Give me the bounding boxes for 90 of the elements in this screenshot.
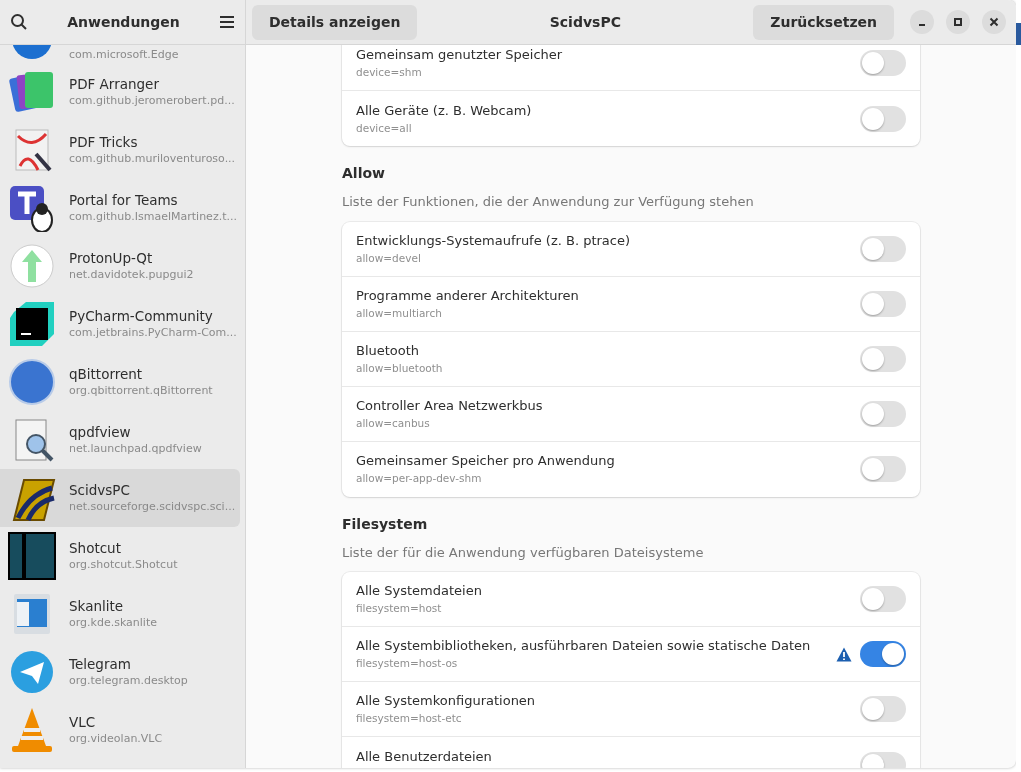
toggle-switch[interactable]: [860, 235, 906, 262]
app-name: Skanlite: [69, 597, 125, 615]
app-id: org.telegram.desktop: [69, 673, 188, 689]
app-icon: [8, 242, 56, 290]
app-id: net.launchpad.qpdfview: [69, 441, 202, 457]
app-list-item[interactable]: Portal for Teams com.github.IsmaelMartinez.t...: [0, 179, 240, 237]
setting-label: Gemeinsam genutzter Speicher: [356, 46, 564, 64]
section-description: Liste der für die Anwendung verfügbaren Dateisysteme: [342, 543, 705, 562]
toggle-switch[interactable]: [860, 696, 906, 722]
app-list-item[interactable]: Telegram org.telegram.desktop: [0, 643, 240, 701]
app-list-item[interactable]: qBittorrent org.qbittorrent.qBittorrent: [0, 353, 240, 411]
app-id: org.kde.skanlite: [69, 615, 157, 631]
close-icon: [989, 17, 999, 27]
section-description: Liste der Funktionen, die der Anwendung zur Verfügung stehen: [342, 193, 755, 211]
setting-key: allow=devel: [356, 249, 860, 266]
app-id: org.shotcut.Shotcut: [69, 557, 178, 573]
setting-key: filesystem=host-os: [356, 655, 836, 671]
maximize-button[interactable]: [946, 10, 970, 34]
app-name: PyCharm-Community: [69, 307, 214, 325]
setting-key: allow=canbus: [356, 414, 860, 431]
maximize-icon: [953, 17, 963, 27]
setting-key: allow=multiarch: [356, 304, 860, 321]
setting-label: Alle Systemdateien: [356, 582, 483, 600]
app-list-item[interactable]: PDF Arranger com.github.jeromerobert.pd...: [0, 63, 240, 121]
app-id: com.jetbrains.PyCharm-Com...: [69, 325, 237, 341]
app-name: Shotcut: [69, 539, 122, 557]
setting-label: Alle Geräte (z. B. Webcam): [356, 101, 533, 120]
sidebar-title: Anwendungen: [67, 12, 180, 32]
app-icon: [8, 300, 56, 348]
toggle-switch[interactable]: [860, 400, 906, 427]
setting-label: Alle Systembibliotheken, ausführbaren Dateien sowie statische Daten: [356, 637, 812, 655]
app-id: com.github.jeromerobert.pd...: [69, 93, 235, 109]
setting-key: allow=per-app-dev-shm: [356, 470, 860, 486]
app-list-item[interactable]: Shotcut org.shotcut.Shotcut: [0, 527, 240, 585]
app-name: VLC: [69, 713, 97, 731]
toggle-switch[interactable]: [860, 456, 906, 482]
toggle-switch[interactable]: [860, 641, 906, 667]
setting-label: Bluetooth: [356, 341, 421, 360]
app-icon: [8, 184, 56, 232]
app-name: PDF Arranger: [69, 75, 160, 93]
setting-label: Alle Benutzerdateien: [356, 747, 493, 766]
toggle-switch[interactable]: [860, 290, 906, 317]
app-name: ScidvsPC: [69, 481, 131, 499]
app-name: PDF Tricks: [69, 133, 139, 151]
minimize-icon: [919, 24, 925, 26]
reset-button[interactable]: Zurücksetzen: [753, 4, 894, 40]
app-id: com.github.muriloventuroso...: [69, 151, 236, 167]
search-icon[interactable]: [10, 13, 28, 31]
app-list-item[interactable]: PDF Tricks com.github.muriloventuroso...: [0, 121, 240, 179]
app-list-item[interactable]: qpdfview net.launchpad.qpdfview: [0, 411, 240, 469]
menu-icon[interactable]: [219, 15, 235, 29]
app-icon: [8, 358, 56, 406]
app-id: com.github.IsmaelMartinez.t...: [69, 209, 237, 225]
details-button[interactable]: Details anzeigen: [252, 4, 418, 40]
toggle-switch[interactable]: [860, 105, 906, 132]
app-name: ProtonUp-Qt: [69, 249, 154, 267]
app-name: qpdfview: [69, 423, 132, 441]
setting-key: device=shm: [356, 64, 860, 80]
app-list-item[interactable]: VLC org.videolan.VLC: [0, 701, 240, 759]
app-id: net.sourceforge.scidvspc.sci...: [69, 499, 236, 515]
toggle-switch[interactable]: [860, 50, 906, 76]
toggle-switch[interactable]: [860, 586, 906, 612]
app-id: org.qbittorrent.qBittorrent: [69, 383, 213, 399]
setting-label: Controller Area Netzwerkbus: [356, 396, 544, 415]
app-icon: [8, 532, 56, 580]
window-title: ScidvsPC: [549, 13, 621, 30]
app-list-item[interactable]: Skanlite org.kde.skanlite: [0, 585, 240, 643]
close-button[interactable]: [982, 10, 1006, 34]
app-name: Telegram: [69, 655, 132, 673]
app-id: com.microsoft.Edge: [69, 47, 179, 63]
setting-key: filesystem=host-etc: [356, 710, 860, 726]
app-id: net.davidotek.pupgui2: [69, 267, 194, 283]
minimize-button[interactable]: [910, 10, 934, 34]
app-name: Portal for Teams: [69, 191, 179, 209]
setting-key: filesystem=host: [356, 600, 860, 616]
setting-label: Programme anderer Architekturen: [356, 286, 580, 305]
toggle-switch[interactable]: [860, 345, 906, 372]
setting-label: Alle Systemkonfigurationen: [356, 692, 537, 710]
app-list-item[interactable]: ProtonUp-Qt net.davidotek.pupgui2: [0, 237, 240, 295]
setting-label: Gemeinsamer Speicher pro Anwendung: [356, 452, 616, 470]
setting-label: Entwicklungs-Systemaufrufe (z. B. ptrace): [356, 231, 632, 250]
app-id: org.videolan.VLC: [69, 731, 163, 747]
setting-key: allow=bluetooth: [356, 359, 860, 376]
section-title: Filesystem: [342, 514, 429, 534]
setting-key: device=all: [356, 119, 860, 136]
app-icon: [8, 648, 56, 696]
app-name: qBittorrent: [69, 365, 144, 383]
app-list-item[interactable]: ScidvsPC net.sourceforge.scidvspc.sci...: [0, 469, 240, 527]
section-title: Allow: [342, 164, 386, 183]
app-list-item[interactable]: PyCharm-Community com.jetbrains.PyCharm-Com...: [0, 295, 240, 353]
